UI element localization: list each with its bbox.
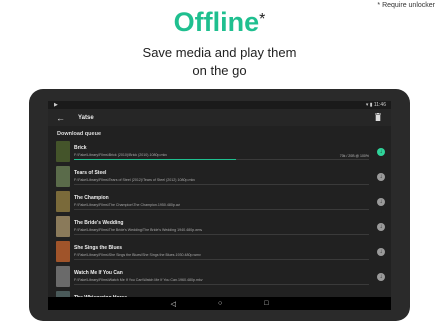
item-progress-bar — [74, 184, 369, 185]
item-title: The Champion — [74, 195, 109, 201]
item-title: Watch Me If You Can — [74, 270, 123, 276]
poster-thumbnail — [56, 166, 70, 187]
download-icon[interactable]: ↓ — [377, 273, 385, 281]
item-path: F:\Fake\Library\Films\Watch Me If You Ca… — [74, 278, 203, 282]
item-title: She Sings the Blues — [74, 245, 123, 251]
nav-home-icon[interactable]: ○ — [218, 300, 222, 307]
queue-item[interactable]: The Champion F:\Fake\Library\Films\The Ch… — [48, 190, 391, 214]
subtitle-line-1: Save media and play them — [142, 45, 297, 60]
item-progress-bar — [74, 259, 369, 260]
item-path: F:\Fake\Library\Films\Tears of Steel (20… — [74, 178, 196, 182]
item-progress-bar — [74, 159, 369, 160]
item-progress-bar — [74, 284, 369, 285]
download-icon[interactable]: ↓ — [377, 248, 385, 256]
item-speed: 70k / 20B @ 100% — [339, 154, 369, 158]
queue-item[interactable]: Brick F:\Fake\Library\Films\Brick (2010)\… — [48, 140, 391, 164]
promo-headline: Offline* — [0, 6, 439, 38]
poster-thumbnail — [56, 241, 70, 262]
toolbar-title: Yatse — [78, 114, 94, 121]
status-time: ▾ ▮ 11:46 — [365, 102, 386, 108]
headline-text: Offline — [173, 7, 260, 37]
poster-thumbnail — [56, 266, 70, 287]
android-nav-bar: ◁ ○ □ — [48, 297, 391, 310]
subtitle-line-2: on the go — [192, 63, 247, 78]
promo-subtitle: Save media and play them on the go — [0, 44, 439, 80]
status-bar: ▶ ▾ ▮ 11:46 — [48, 101, 391, 109]
download-queue-list: Brick F:\Fake\Library\Films\Brick (2010)\… — [48, 140, 391, 310]
trash-icon[interactable] — [375, 113, 381, 121]
poster-thumbnail — [56, 141, 70, 162]
poster-thumbnail — [56, 216, 70, 237]
queue-item[interactable]: The Bride's Wedding F:\Fake\Library\Films… — [48, 215, 391, 239]
item-title: The Bride's Wedding — [74, 220, 124, 226]
status-left-icon: ▶ — [54, 102, 58, 108]
nav-back-icon[interactable]: ◁ — [171, 300, 176, 308]
item-progress-bar — [74, 209, 369, 210]
item-title: Brick — [74, 145, 87, 151]
nav-recent-icon[interactable]: □ — [264, 300, 268, 307]
item-progress-fill — [74, 159, 237, 160]
back-arrow-icon[interactable]: ← — [56, 113, 68, 123]
queue-item[interactable]: Tears of Steel F:\Fake\Library\Films\Tear… — [48, 165, 391, 189]
download-icon[interactable]: ↓ — [377, 198, 385, 206]
queue-item[interactable]: Watch Me If You Can F:\Fake\Library\Films… — [48, 265, 391, 289]
tablet-screen: ▶ ▾ ▮ 11:46 ← Yatse Download queue Brick… — [48, 101, 391, 310]
item-path: F:\Fake\Library\Films\The Bride's Weddin… — [74, 228, 203, 232]
download-icon[interactable]: ↓ — [377, 173, 385, 181]
item-title: Tears of Steel — [74, 170, 107, 176]
item-progress-bar — [74, 234, 369, 235]
download-queue-heading: Download queue — [57, 131, 101, 137]
app-toolbar: ← Yatse — [48, 109, 391, 126]
poster-thumbnail — [56, 191, 70, 212]
download-icon[interactable]: ↓ — [377, 148, 385, 156]
headline-asterisk: * — [259, 11, 266, 28]
download-icon[interactable]: ↓ — [377, 223, 385, 231]
item-path: F:\Fake\Library\Films\The Champion\The C… — [74, 203, 181, 207]
queue-item[interactable]: She Sings the Blues F:\Fake\Library\Films… — [48, 240, 391, 264]
item-path: F:\Fake\Library\Films\She Sings the Blue… — [74, 253, 201, 257]
item-path: F:\Fake\Library\Films\Brick (2010)\Brick… — [74, 153, 168, 157]
